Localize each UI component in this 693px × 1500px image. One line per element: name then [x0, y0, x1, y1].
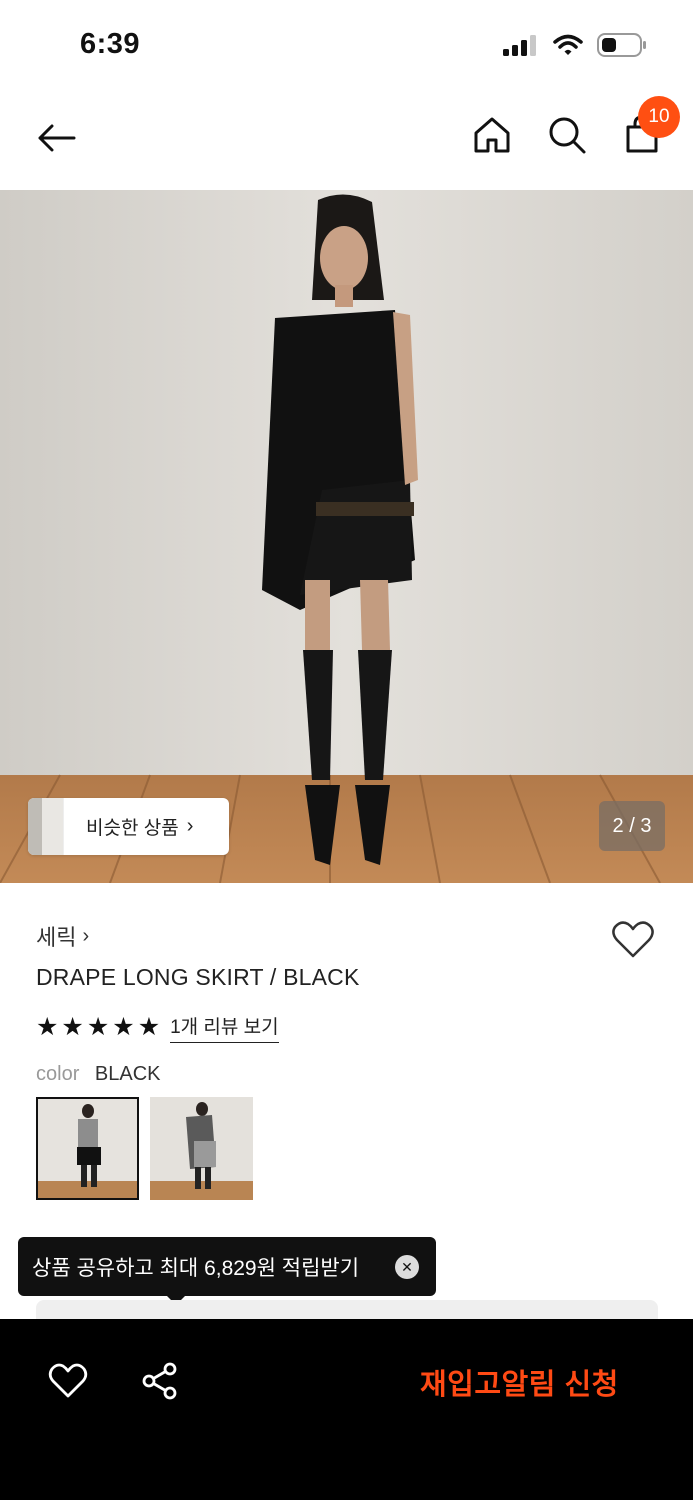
similar-products-label: 비슷한 상품: [86, 818, 179, 839]
share-reward-tooltip: 상품 공유하고 최대 6,829원 적립받기 ✕: [18, 1237, 436, 1305]
wishlist-heart-icon[interactable]: [611, 918, 655, 960]
product-photo: [0, 190, 693, 883]
battery-icon: [597, 33, 646, 57]
review-link[interactable]: 1개 리뷰 보기: [170, 1012, 279, 1043]
color-value: BLACK: [94, 1063, 161, 1085]
status-time: 6:39: [80, 28, 141, 60]
bottom-action-bar: 재입고알림 신청: [0, 1319, 693, 1500]
top-nav: [0, 95, 693, 185]
cart-count-badge: 10: [638, 96, 680, 138]
search-icon[interactable]: [545, 113, 589, 157]
rating-row: ★ ★ ★ ★ ★ 1개 리뷰 보기: [36, 1012, 279, 1043]
wifi-icon: [553, 34, 583, 55]
tooltip-text: 상품 공유하고 최대 6,829원 적립받기: [32, 1256, 360, 1280]
share-icon[interactable]: [140, 1361, 180, 1401]
color-row: color BLACK: [36, 1063, 161, 1086]
rating-stars: ★ ★ ★ ★ ★: [36, 1015, 160, 1040]
home-icon[interactable]: [470, 113, 514, 157]
image-page-indicator: 2 / 3: [599, 801, 665, 851]
color-swatch-black[interactable]: [36, 1097, 139, 1200]
star-icon: ★: [61, 1013, 84, 1041]
star-icon: ★: [137, 1013, 161, 1041]
similar-thumbnail: [28, 798, 64, 855]
brand-name: 세릭: [36, 925, 77, 950]
cellular-signal-icon: [503, 35, 536, 56]
star-icon: ★: [112, 1013, 135, 1041]
star-icon: ★: [36, 1013, 59, 1041]
restock-alert-button[interactable]: 재입고알림 신청: [420, 1361, 619, 1403]
swatch-photo: [150, 1097, 253, 1200]
status-bar: 6:39: [0, 0, 693, 90]
swatch-photo: [38, 1099, 137, 1198]
close-icon[interactable]: ✕: [395, 1255, 419, 1279]
chevron-right-icon: ›: [186, 815, 194, 837]
status-icons: [503, 33, 647, 57]
back-arrow-icon[interactable]: [34, 115, 80, 161]
similar-products-button[interactable]: 비슷한 상품 ›: [28, 798, 229, 855]
chevron-right-icon: ›: [82, 924, 90, 947]
brand-link[interactable]: 세릭 ›: [36, 920, 89, 952]
color-swatch-gray[interactable]: [150, 1097, 253, 1200]
heart-icon[interactable]: [48, 1361, 88, 1399]
product-image[interactable]: [0, 190, 693, 883]
color-key: color: [36, 1063, 80, 1085]
product-title: DRAPE LONG SKIRT / BLACK: [36, 964, 360, 990]
star-icon: ★: [86, 1013, 110, 1041]
